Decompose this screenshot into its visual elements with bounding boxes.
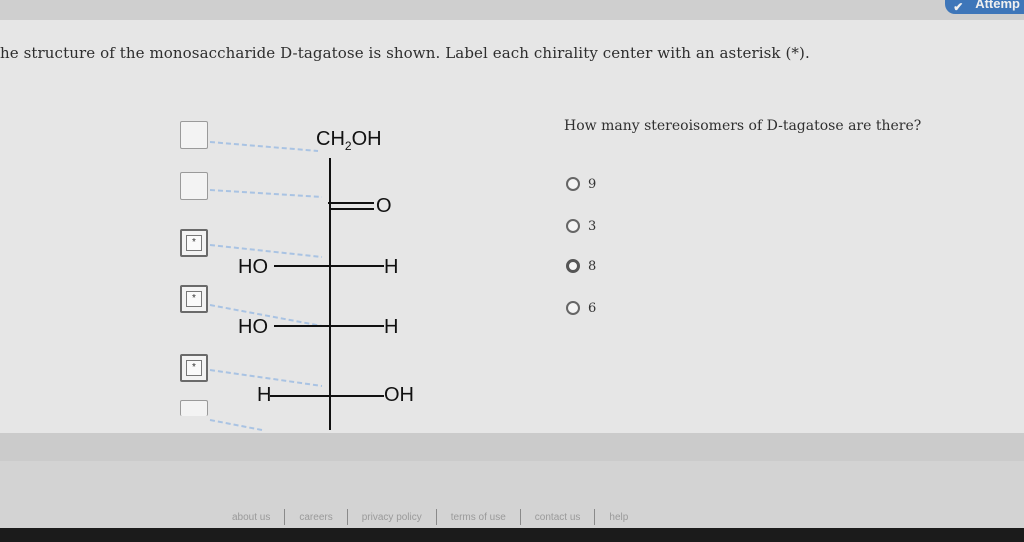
footer: about us careers privacy policy terms of… bbox=[0, 433, 1024, 528]
footer-link-terms-of-use[interactable]: terms of use bbox=[437, 512, 520, 523]
footer-band bbox=[0, 433, 1024, 461]
footer-links: about us careers privacy policy terms of… bbox=[232, 509, 642, 525]
footer-link-privacy-policy[interactable]: privacy policy bbox=[348, 512, 436, 523]
row2-left-group: HO bbox=[238, 316, 268, 338]
row2-right-group: H bbox=[384, 316, 399, 338]
footer-link-about-us[interactable]: about us bbox=[232, 512, 284, 523]
footer-link-contact-us[interactable]: contact us bbox=[521, 512, 595, 523]
bottom-bar bbox=[0, 528, 1024, 542]
footer-link-careers[interactable]: careers bbox=[285, 512, 346, 523]
footer-link-help[interactable]: help bbox=[595, 512, 642, 523]
row1-right-group: H bbox=[384, 256, 399, 278]
row3-right-group: OH bbox=[384, 384, 414, 406]
row1-left-group: HO bbox=[238, 256, 268, 278]
row3-left-group: H bbox=[257, 384, 272, 406]
ch2oh-group: CH2OH bbox=[316, 128, 382, 153]
carbonyl-oxygen: O bbox=[376, 195, 392, 217]
